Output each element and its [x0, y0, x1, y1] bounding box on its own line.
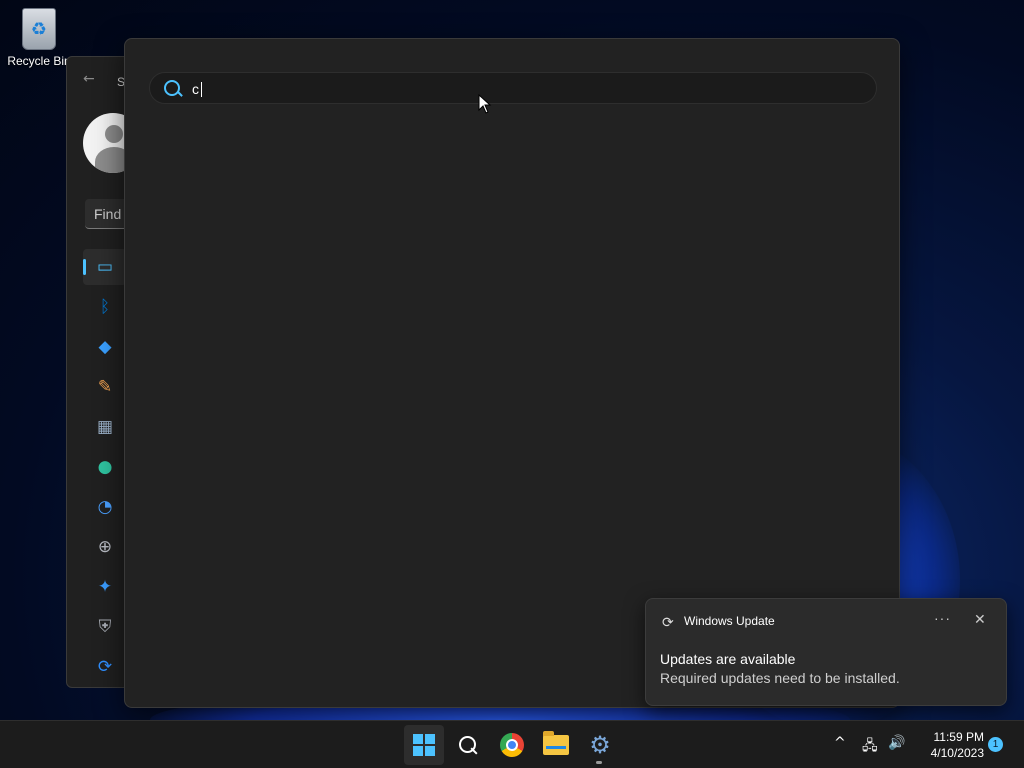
settings-nav-system[interactable]: ▭: [83, 249, 127, 285]
clock[interactable]: 11:59 PM 4/10/2023: [914, 729, 984, 761]
settings-nav-windows-update[interactable]: ⟳: [83, 649, 127, 685]
shield-icon: ⛨: [98, 617, 112, 637]
wifi-icon: ◆: [98, 337, 112, 357]
settings-nav-network[interactable]: ◆: [83, 329, 127, 365]
search-input[interactable]: [192, 78, 852, 100]
chevron-up-icon[interactable]: ^: [834, 735, 846, 751]
settings-nav-accessibility[interactable]: ✦: [83, 569, 127, 605]
person-icon: ●: [97, 457, 113, 477]
taskbar-search-button[interactable]: [448, 725, 488, 765]
notification-body: Required updates need to be installed.: [660, 670, 900, 686]
gamepad-icon: ⊕: [97, 537, 113, 557]
notification-title: Updates are available: [660, 651, 796, 667]
settings-taskbar-button[interactable]: ⚙: [580, 725, 620, 765]
settings-nav-privacy-security[interactable]: ⛨: [83, 609, 127, 645]
chrome-taskbar-button[interactable]: [492, 725, 532, 765]
recycle-bin-icon: ♻: [22, 8, 56, 50]
network-icon[interactable]: 🖧: [862, 735, 878, 759]
brush-icon: ✎: [97, 377, 113, 397]
clock-date: 4/10/2023: [930, 746, 984, 760]
file-explorer-taskbar-button[interactable]: [536, 725, 576, 765]
avatar-head: [105, 125, 123, 143]
settings-nav-bluetooth[interactable]: ᛒ: [83, 289, 127, 325]
clock-time: 11:59 PM: [933, 730, 984, 744]
start-button[interactable]: [404, 725, 444, 765]
running-indicator: [596, 761, 602, 764]
apps-icon: ▦: [96, 417, 114, 437]
settings-nav-accounts[interactable]: ●: [83, 449, 127, 485]
update-icon: ⟳: [97, 657, 113, 677]
windows-logo-icon: [413, 734, 435, 756]
recycle-bin-label: Recycle Bin: [7, 54, 71, 68]
accessibility-icon: ✦: [97, 577, 113, 597]
notification-app-name: Windows Update: [684, 614, 775, 628]
chrome-icon: [500, 733, 524, 757]
text-caret: [201, 82, 202, 97]
settings-nav-apps[interactable]: ▦: [83, 409, 127, 445]
notification-toast[interactable]: ⟳ Windows Update ··· ✕ Updates are avail…: [645, 598, 1007, 706]
search-icon: [458, 735, 478, 755]
gear-icon: ⚙: [589, 731, 611, 759]
search-icon: [164, 80, 180, 96]
settings-nav-personalization[interactable]: ✎: [83, 369, 127, 405]
settings-nav-gaming[interactable]: ⊕: [83, 529, 127, 565]
notification-close-button[interactable]: ✕: [974, 611, 986, 628]
folder-icon: [543, 731, 569, 755]
taskbar: ⚙ ^ 🖧 🔊 11:59 PM 4/10/2023 1: [0, 720, 1024, 768]
settings-nav: ▭ ᛒ ◆ ✎ ▦ ● ◔ ⊕ ✦ ⛨ ⟳: [83, 249, 127, 689]
volume-icon[interactable]: 🔊: [888, 735, 905, 751]
notification-count-badge[interactable]: 1: [988, 737, 1003, 752]
back-arrow-icon[interactable]: ←: [83, 71, 95, 87]
search-box[interactable]: [149, 72, 877, 104]
sync-icon: ⟳: [662, 614, 674, 630]
notification-more-button[interactable]: ···: [934, 610, 951, 626]
mouse-pointer-icon: [478, 94, 492, 114]
settings-nav-time-language[interactable]: ◔: [83, 489, 127, 525]
bluetooth-icon: ᛒ: [99, 297, 111, 317]
recycle-bin-desktop-icon[interactable]: ♻ Recycle Bin: [4, 8, 74, 68]
monitor-icon: ▭: [96, 257, 114, 277]
clock-globe-icon: ◔: [97, 497, 113, 517]
